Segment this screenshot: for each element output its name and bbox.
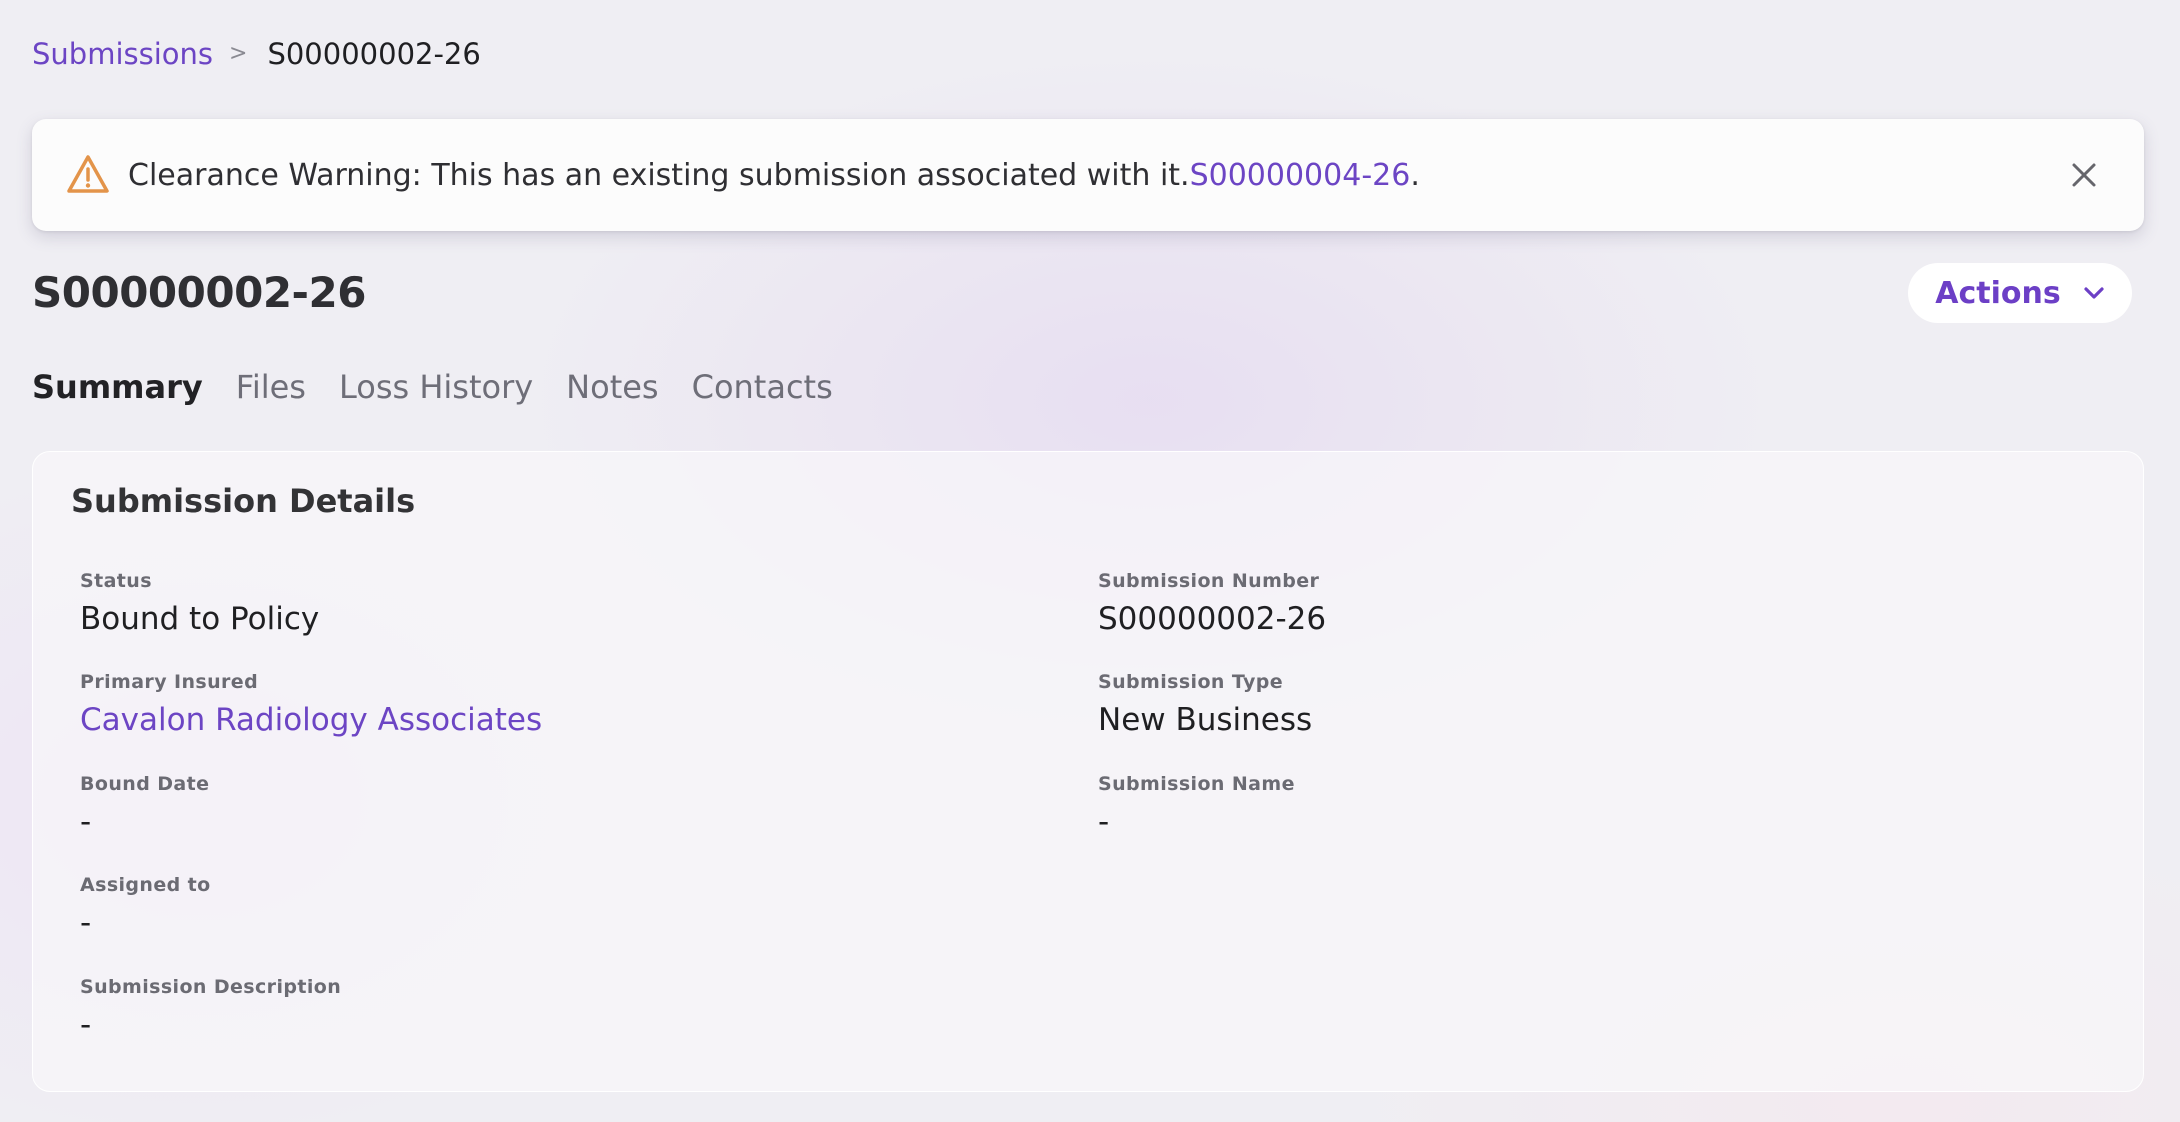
banner-message-text: Clearance Warning: This has an existing … bbox=[128, 157, 1190, 193]
bound-date-field: Bound Date - bbox=[80, 772, 209, 842]
tab-notes[interactable]: Notes bbox=[566, 365, 658, 409]
page-title: S00000002-26 bbox=[32, 268, 366, 317]
clearance-warning-banner: Clearance Warning: This has an existing … bbox=[32, 119, 2144, 231]
submission-number-field: Submission Number S00000002-26 bbox=[1098, 569, 1326, 639]
status-value: Bound to Policy bbox=[80, 601, 320, 637]
primary-insured-label: Primary Insured bbox=[80, 671, 259, 693]
breadcrumb: Submissions > S00000002-26 bbox=[32, 34, 481, 74]
bound-date-label: Bound Date bbox=[80, 773, 210, 795]
submission-name-field: Submission Name - bbox=[1098, 772, 1295, 842]
primary-insured-field: Primary Insured Cavalon Radiology Associ… bbox=[80, 670, 542, 740]
submission-type-value: New Business bbox=[1098, 702, 1313, 738]
tab-bar: Summary Files Loss History Notes Contact… bbox=[32, 365, 866, 409]
warning-icon bbox=[67, 155, 109, 193]
actions-button-label: Actions bbox=[1935, 275, 2061, 311]
actions-button[interactable]: Actions bbox=[1908, 263, 2132, 323]
primary-insured-link[interactable]: Cavalon Radiology Associates bbox=[80, 700, 542, 740]
submission-type-label: Submission Type bbox=[1098, 671, 1284, 693]
tab-files[interactable]: Files bbox=[236, 365, 306, 409]
submission-type-field: Submission Type New Business bbox=[1098, 670, 1312, 740]
status-field: Status Bound to Policy bbox=[80, 569, 319, 639]
card-title: Submission Details bbox=[71, 482, 416, 520]
assigned-to-label: Assigned to bbox=[80, 874, 211, 896]
banner-message-suffix: . bbox=[1410, 157, 1420, 193]
close-icon[interactable] bbox=[2068, 159, 2100, 191]
submission-description-label: Submission Description bbox=[80, 976, 342, 998]
submission-number-value: S00000002-26 bbox=[1098, 601, 1327, 637]
breadcrumb-separator: > bbox=[229, 41, 248, 66]
submission-description-field: Submission Description - bbox=[80, 975, 341, 1045]
assigned-to-field: Assigned to - bbox=[80, 873, 211, 943]
status-label: Status bbox=[80, 570, 152, 592]
submission-name-value: - bbox=[1098, 804, 1110, 840]
existing-submission-link[interactable]: S00000004-26 bbox=[1190, 158, 1411, 193]
breadcrumb-current: S00000002-26 bbox=[267, 37, 481, 71]
submission-name-label: Submission Name bbox=[1098, 773, 1295, 795]
banner-message: Clearance Warning: This has an existing … bbox=[128, 119, 1420, 231]
tab-loss-history[interactable]: Loss History bbox=[339, 365, 533, 409]
chevron-down-icon bbox=[2084, 287, 2104, 299]
submission-description-value: - bbox=[80, 1007, 92, 1043]
assigned-to-value: - bbox=[80, 905, 92, 941]
bound-date-value: - bbox=[80, 804, 92, 840]
tab-summary[interactable]: Summary bbox=[32, 365, 203, 409]
tab-contacts[interactable]: Contacts bbox=[692, 365, 833, 409]
submission-details-card: Submission Details Status Bound to Polic… bbox=[32, 451, 2144, 1092]
breadcrumb-submissions-link[interactable]: Submissions bbox=[32, 34, 213, 74]
submission-number-label: Submission Number bbox=[1098, 570, 1320, 592]
